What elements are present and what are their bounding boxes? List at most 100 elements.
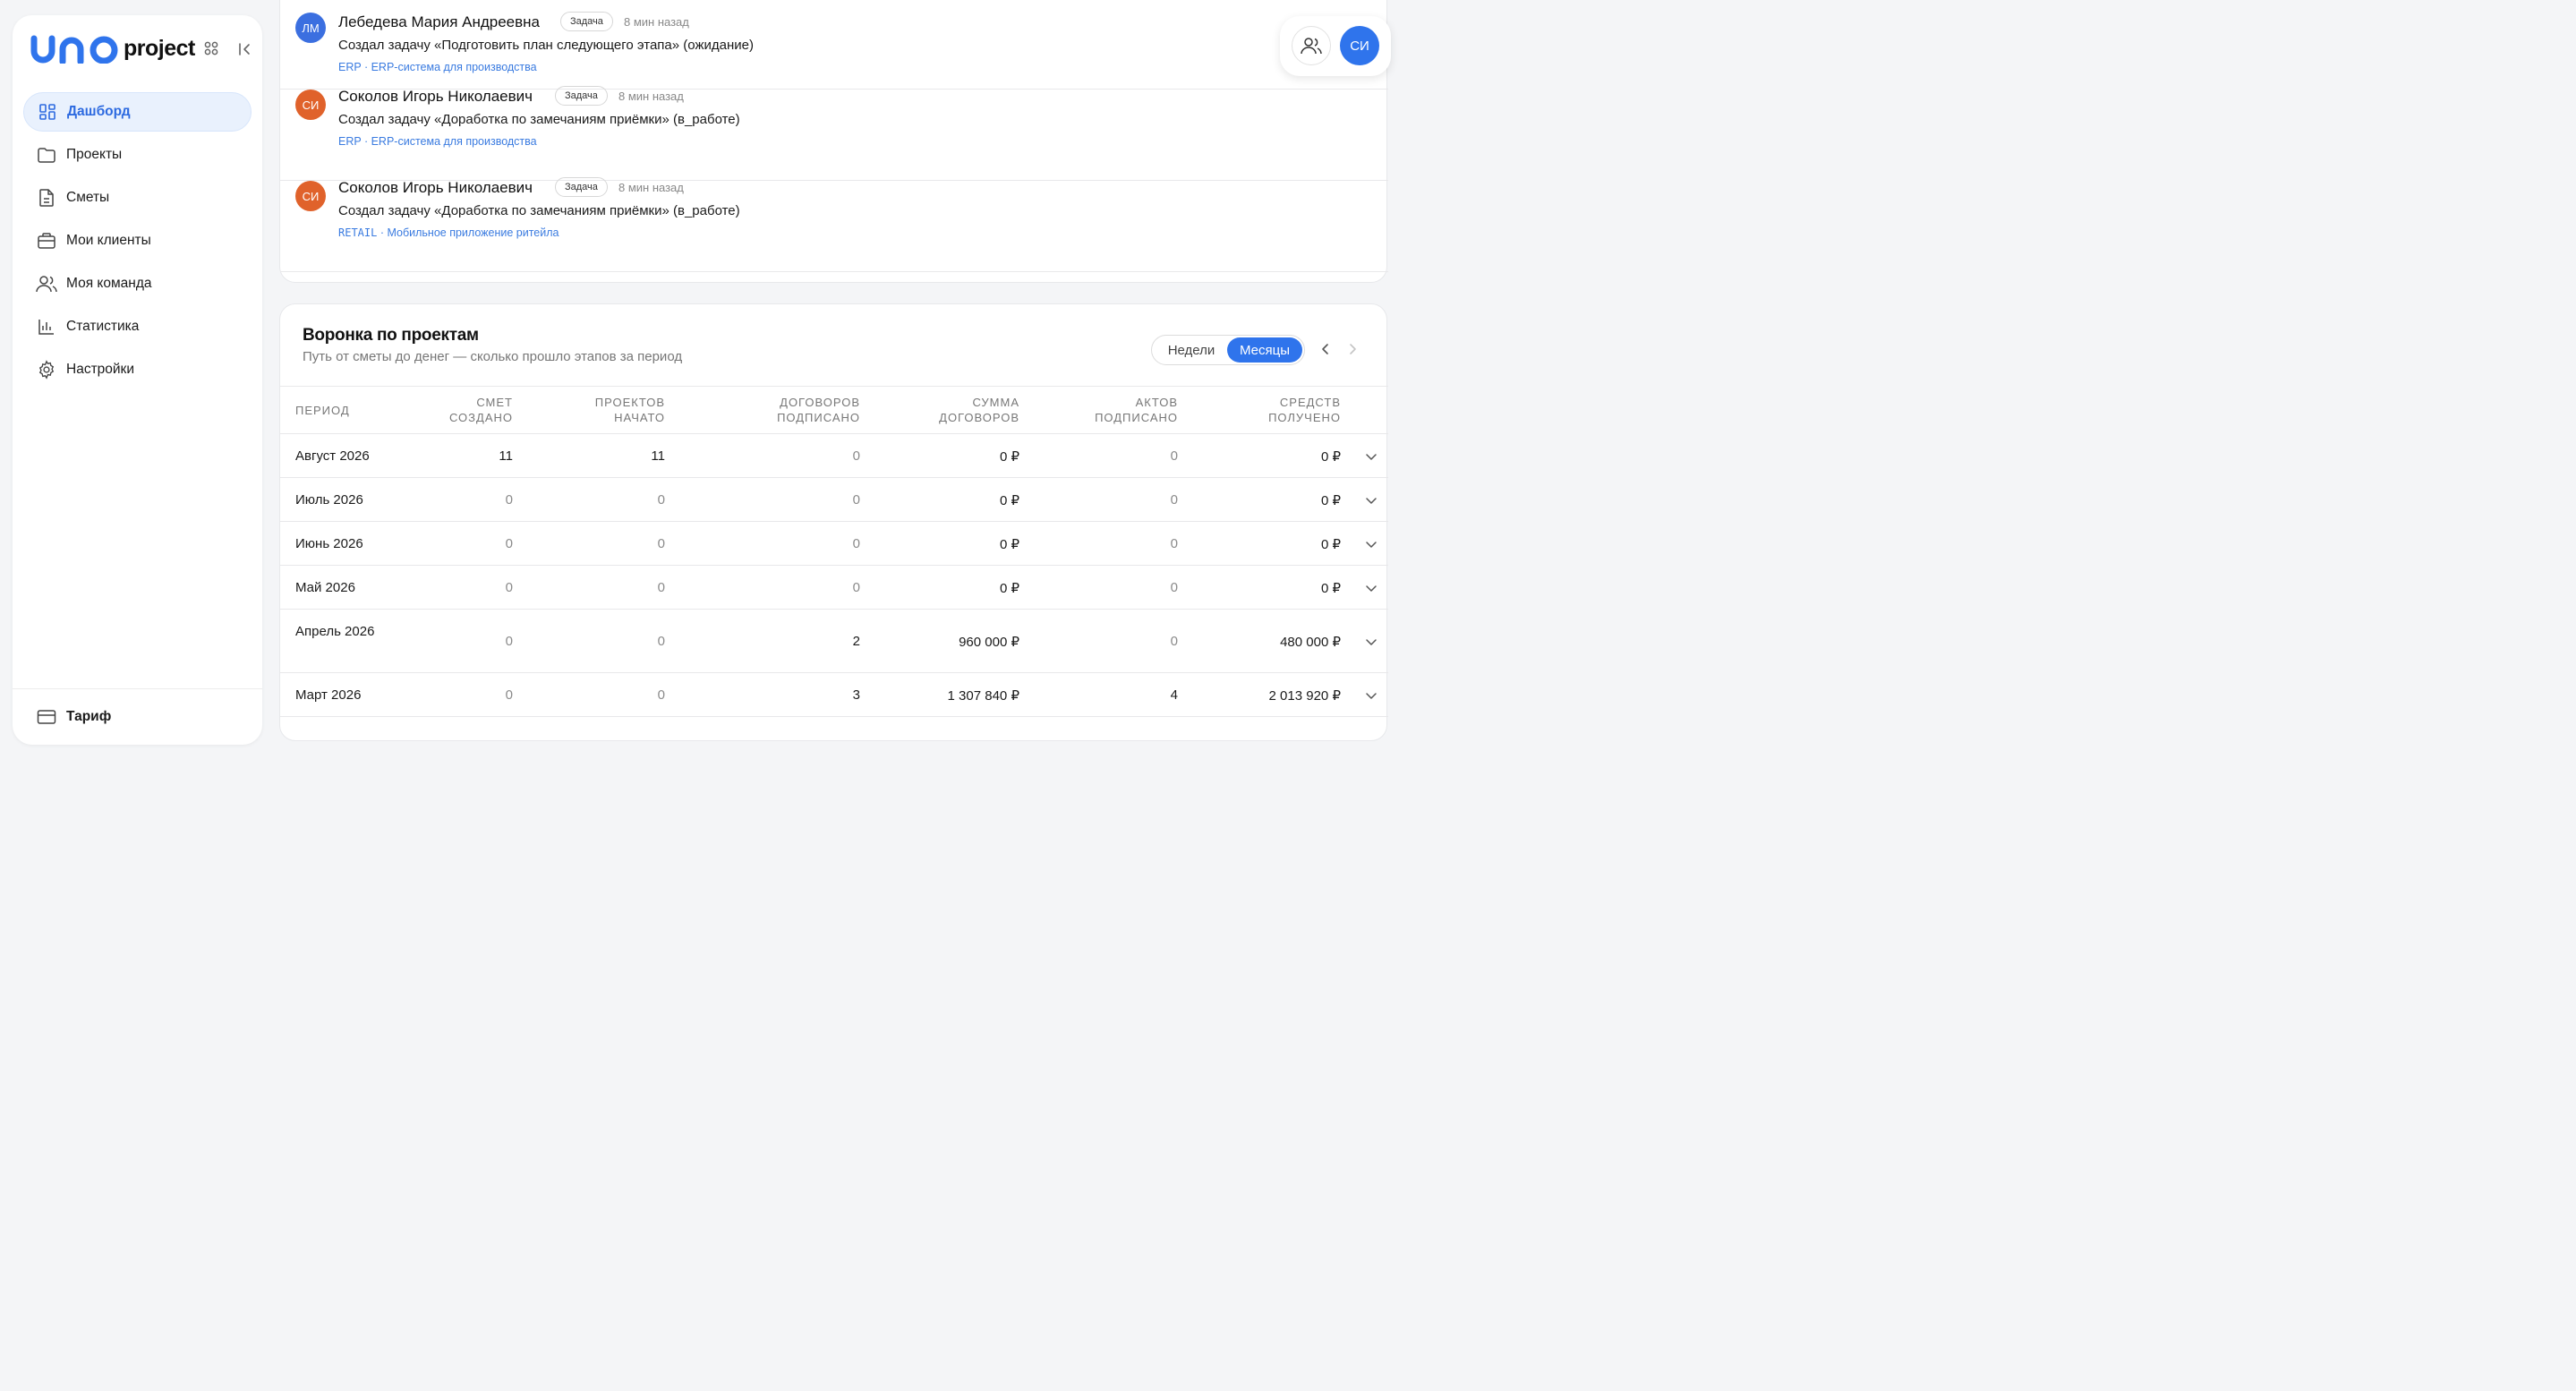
table-row[interactable]: Август 2026 11 11 0 0 ₽ 0 0 ₽ (280, 434, 1388, 478)
activity-description: Создал задачу «Доработка по замечаниям п… (338, 112, 740, 127)
project-name: ERP-система для производства (371, 135, 537, 148)
project-name: Мобильное приложение ритейла (387, 226, 559, 239)
toggle-weeks[interactable]: Недели (1156, 337, 1227, 363)
cell-estimates: 0 (505, 687, 513, 703)
col-acts-line2: подписано (1095, 411, 1178, 424)
cell-acts: 0 (1170, 491, 1178, 508)
period-toggle: Недели Месяцы (1151, 335, 1305, 365)
cell-sum: 0 ₽ (999, 580, 1019, 596)
activity-item: СИ Соколов Игорь Николаевич Задача 8 мин… (280, 177, 1388, 272)
cell-projects: 11 (651, 448, 665, 464)
activity-project-link[interactable]: ERP · ERP-система для производства (338, 135, 537, 148)
col-projects-line2: начато (614, 411, 665, 424)
cell-funds: 480 000 ₽ (1280, 634, 1341, 650)
cell-sum: 0 ₽ (999, 536, 1019, 552)
cell-funds: 0 ₽ (1320, 580, 1341, 596)
cell-funds: 0 ₽ (1320, 448, 1341, 465)
col-sum-line2: договоров (939, 411, 1019, 424)
activity-project-link[interactable]: ERP · ERP-система для производства (338, 61, 537, 73)
user-avatar[interactable]: СИ (1340, 26, 1379, 65)
sidebar-item-label: Тариф (66, 709, 112, 724)
logo-project-text: project (124, 36, 195, 61)
col-contracts-line1: Договоров (780, 396, 860, 409)
table-header: Период Смет создано Проектов начато Догово… (280, 386, 1388, 434)
funnel-table: Период Смет создано Проектов начато Догово… (280, 386, 1388, 717)
expand-row-chevron-down-icon[interactable] (1365, 450, 1378, 463)
sidebar-nav: Дашборд Проекты Сметы Мои клиенты Моя ко… (23, 92, 252, 393)
team-button[interactable] (1292, 26, 1331, 65)
expand-row-chevron-down-icon[interactable] (1365, 538, 1378, 550)
cell-sum: 960 000 ₽ (959, 634, 1019, 650)
tariff-section: Тариф (23, 697, 252, 740)
apps-grid-icon[interactable] (204, 41, 218, 55)
avatar[interactable]: СИ (295, 181, 326, 211)
cell-period: Июль 2026 (295, 492, 363, 508)
cell-projects: 0 (657, 491, 665, 508)
cell-sum: 1 307 840 ₽ (947, 687, 1019, 704)
team-icon (1301, 38, 1322, 55)
cell-period: Июнь 2026 (295, 536, 363, 551)
activity-author[interactable]: Соколов Игорь Николаевич (338, 88, 533, 106)
cell-estimates: 0 (505, 633, 513, 649)
col-sum: Сумма договоров (939, 395, 1019, 425)
sidebar-item-projects[interactable]: Проекты (23, 135, 252, 175)
cell-estimates: 0 (505, 535, 513, 551)
activity-author[interactable]: Соколов Игорь Николаевич (338, 179, 533, 197)
sidebar-item-statistics[interactable]: Статистика (23, 307, 252, 346)
sidebar-item-settings[interactable]: Настройки (23, 350, 252, 389)
team-icon (36, 273, 57, 294)
sidebar-item-tariff[interactable]: Тариф (23, 697, 252, 737)
cell-projects: 0 (657, 633, 665, 649)
activity-time: 8 мин назад (624, 15, 689, 29)
prev-period-button[interactable] (1317, 340, 1335, 358)
toggle-months[interactable]: Месяцы (1227, 337, 1302, 363)
col-funds: Средств получено (1268, 395, 1341, 425)
sidebar-item-label: Настройки (66, 362, 135, 377)
chevron-right-icon (1350, 344, 1356, 354)
table-row[interactable]: Июнь 2026 0 0 0 0 ₽ 0 0 ₽ (280, 522, 1388, 566)
table-row[interactable]: Март 2026 0 0 3 1 307 840 ₽ 4 2 013 920 ₽ (280, 673, 1388, 717)
chevron-left-icon (1322, 344, 1328, 354)
logo[interactable]: project (30, 31, 254, 67)
avatar[interactable]: ЛМ (295, 13, 326, 43)
sidebar-item-estimates[interactable]: Сметы (23, 178, 252, 218)
sidebar-item-clients[interactable]: Мои клиенты (23, 221, 252, 260)
cell-period: Май 2026 (295, 580, 355, 595)
expand-row-chevron-down-icon[interactable] (1365, 689, 1378, 702)
expand-row-chevron-down-icon[interactable] (1365, 582, 1378, 594)
expand-row-chevron-down-icon[interactable] (1365, 636, 1378, 648)
col-acts: Актов подписано (1095, 395, 1178, 425)
cell-funds: 2 013 920 ₽ (1268, 687, 1341, 704)
cell-acts: 0 (1170, 535, 1178, 551)
cell-acts: 0 (1170, 633, 1178, 649)
next-period-button[interactable] (1343, 340, 1361, 358)
cell-contracts: 0 (852, 579, 860, 595)
sidebar-item-dashboard[interactable]: Дашборд (23, 92, 252, 132)
funnel-title: Воронка по проектам (303, 326, 479, 345)
project-name: ERP-система для производства (371, 61, 537, 73)
col-estimates-line1: Смет (476, 396, 513, 409)
activity-project-link[interactable]: RETAIL · Мобильное приложение ритейла (338, 226, 559, 239)
sidebar-item-label: Статистика (66, 319, 140, 334)
activity-time: 8 мин назад (618, 90, 684, 103)
sidebar-item-label: Дашборд (67, 104, 131, 119)
activity-author[interactable]: Лебедева Мария Андреевна (338, 13, 540, 31)
table-row[interactable]: Апрель 2026 0 0 2 960 000 ₽ 0 480 000 ₽ (280, 610, 1388, 673)
avatar[interactable]: СИ (295, 90, 326, 120)
activity-item: СИ Соколов Игорь Николаевич Задача 8 мин… (280, 86, 1388, 181)
table-row[interactable]: Июль 2026 0 0 0 0 ₽ 0 0 ₽ (280, 478, 1388, 522)
gear-icon (36, 359, 57, 380)
sidebar-divider (13, 688, 262, 689)
table-row[interactable]: Май 2026 0 0 0 0 ₽ 0 0 ₽ (280, 566, 1388, 610)
cell-contracts: 0 (852, 491, 860, 508)
chart-icon (36, 316, 57, 337)
cell-estimates: 11 (499, 448, 513, 464)
cell-sum: 0 ₽ (999, 492, 1019, 508)
sidebar: project Дашборд Проекты Сметы Мои клиент… (13, 15, 262, 745)
collapse-sidebar-icon[interactable] (235, 38, 256, 60)
activity-time: 8 мин назад (618, 181, 684, 194)
expand-row-chevron-down-icon[interactable] (1365, 494, 1378, 507)
col-funds-line2: получено (1268, 411, 1341, 424)
cell-contracts: 2 (852, 633, 860, 649)
sidebar-item-team[interactable]: Моя команда (23, 264, 252, 303)
